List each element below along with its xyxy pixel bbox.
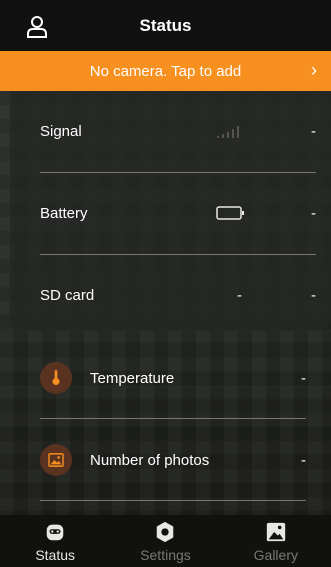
sd-card-row: SD card - - [40,255,316,336]
add-camera-banner[interactable]: No camera. Tap to add › [0,51,331,91]
photos-value: - [301,451,306,469]
temperature-row: Temperature - [40,348,306,408]
tab-settings-label: Settings [140,547,191,563]
divider [40,418,306,419]
tab-gallery-label: Gallery [253,547,298,563]
camera-robot-icon [46,524,64,541]
sd-card-extra: - [237,287,242,304]
temperature-label: Temperature [90,369,175,387]
banner-text: No camera. Tap to add [89,62,242,80]
photo-icon [40,444,72,476]
page-title: Status [139,15,192,35]
signal-bars-icon [217,126,239,138]
signal-label: Signal [40,123,82,140]
divider [40,500,306,501]
signal-row: Signal - [40,91,316,172]
tab-status[interactable]: Status [0,515,110,567]
thermometer-icon [40,362,72,394]
temperature-value: - [301,369,306,387]
status-card: Signal - Battery - SD card - - [10,91,331,331]
signal-value: - [311,123,316,140]
tab-gallery[interactable]: Gallery [221,515,331,567]
sd-card-value: - [311,287,316,304]
top-header: Status [0,0,331,51]
photos-row: Number of photos - [40,430,306,490]
tab-settings[interactable]: Settings [110,515,220,567]
battery-row: Battery - [40,173,316,254]
gallery-icon [266,522,285,542]
sd-card-label: SD card [40,287,95,304]
bottom-tab-bar: Status Settings Gallery [0,515,331,567]
chevron-right-icon: › [311,60,317,80]
battery-label: Battery [40,205,88,222]
tab-status-label: Status [35,547,76,563]
photos-label: Number of photos [90,451,210,469]
user-icon[interactable] [24,14,50,40]
battery-icon [216,206,244,220]
battery-value: - [311,205,316,222]
gear-icon [157,521,174,543]
